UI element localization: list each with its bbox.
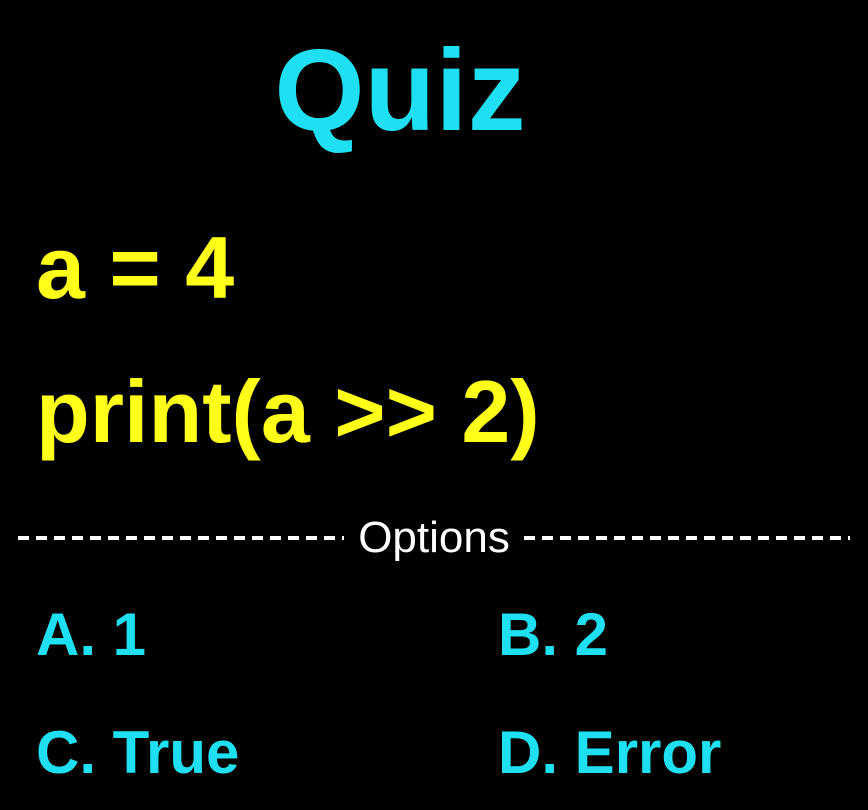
divider-dashes-left xyxy=(18,536,345,540)
options-heading: Options xyxy=(358,513,510,562)
option-b[interactable]: B. 2 xyxy=(498,600,608,670)
quiz-title: Quiz xyxy=(274,25,526,155)
code-line-assignment: a = 4 xyxy=(36,218,235,317)
options-divider: Options xyxy=(18,510,851,566)
divider-dashes-right xyxy=(523,536,851,540)
option-c[interactable]: C. True xyxy=(36,718,239,788)
code-line-print: print(a >> 2) xyxy=(36,362,540,461)
option-d[interactable]: D. Error xyxy=(498,718,721,788)
option-a[interactable]: A. 1 xyxy=(36,600,146,670)
